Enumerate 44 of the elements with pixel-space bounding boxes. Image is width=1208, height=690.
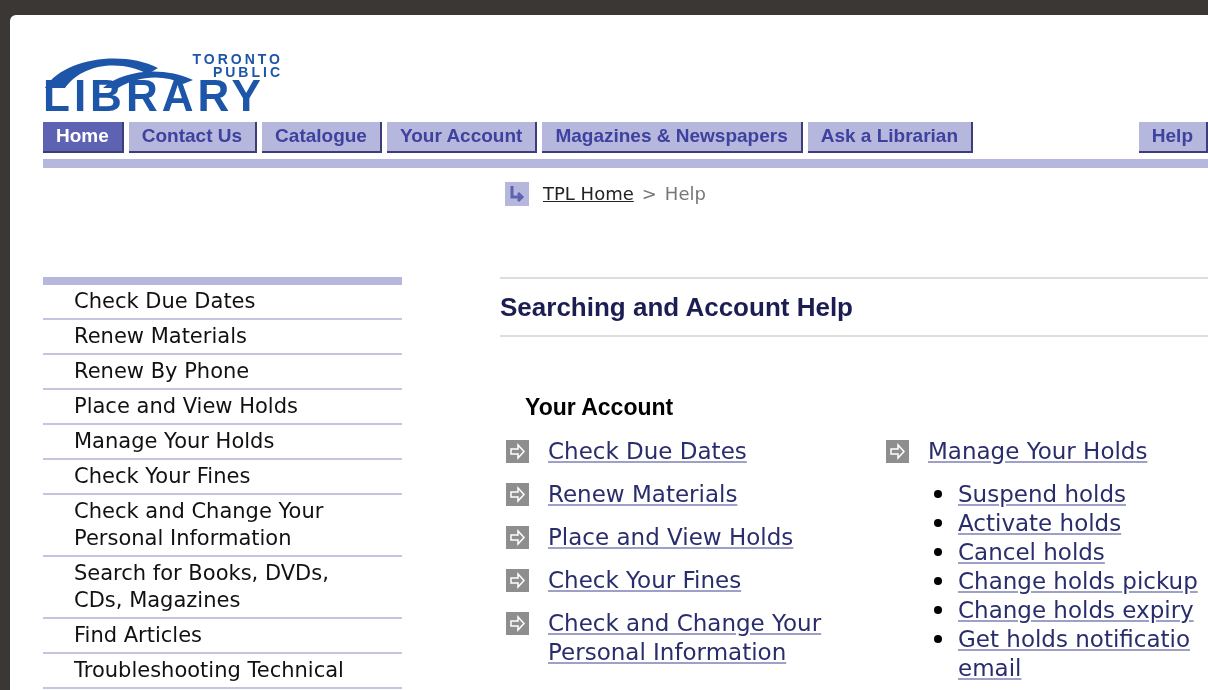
bullet-icon [934,490,942,498]
help-sublink[interactable]: Activate holds [958,508,1122,538]
bullet-icon [934,577,942,585]
help-sublink[interactable]: Suspend holds [958,479,1127,509]
bullet-icon [934,519,942,527]
breadcrumb-link[interactable]: TPL Home [543,180,634,207]
nav-tab[interactable]: Catalogue [262,122,382,153]
sidebar-item[interactable]: Renew By Phone [43,355,402,390]
nav-tab[interactable]: Magazines & Newspapers [542,122,803,153]
nav-tab[interactable]: Ask a Librarian [807,122,973,153]
bullet-icon [934,606,942,614]
help-link[interactable]: Place and View Holds [548,522,848,552]
help-sublink[interactable]: Cancel holds [958,537,1105,567]
nav-tab[interactable]: Your Account [386,122,538,153]
nav-tab[interactable]: Home [43,122,124,153]
help-link[interactable]: Check Due Dates [548,436,848,466]
help-link[interactable]: Check Your Fines [548,565,848,595]
sidebar-item[interactable]: Place and View Holds [43,390,402,425]
bullet-icon [934,635,942,643]
sidebar-item[interactable]: Renew Materials [43,320,402,355]
nav-tab[interactable]: Contact Us [128,122,258,153]
sidebar-item[interactable]: Check and Change Your Personal Information [43,495,402,557]
logo-toronto-text: TORONTO [192,53,283,66]
sidebar-item[interactable]: Troubleshooting Technical [43,654,402,689]
logo-public-text: PUBLIC [212,66,283,79]
sidebar-item[interactable]: Find Articles [43,619,402,654]
logo-library-text: LIBRARY [43,77,265,115]
help-sublink[interactable]: Get holds notificatio [958,624,1190,654]
help-link[interactable]: Renew Materials [548,479,848,509]
help-sublink[interactable]: email [958,654,1022,681]
nav-tab[interactable]: Help [1138,122,1208,153]
sidebar-item[interactable]: Manage Your Holds [43,425,402,460]
page-title: Searching and Account Help [500,290,853,324]
bullet-icon [934,548,942,556]
section-heading: Your Account [525,393,675,422]
help-link[interactable]: Manage Your Holds [928,436,1148,466]
sidebar-item[interactable]: Check Your Fines [43,460,402,495]
sidebar-item[interactable]: Check Due Dates [43,285,402,320]
breadcrumb-current: Help [664,182,706,206]
breadcrumb-separator: > [641,182,657,206]
sidebar-item[interactable]: Search for Books, DVDs, CDs, Magazines [43,557,402,619]
help-link[interactable]: Check and Change Your Personal Information [548,608,848,667]
help-sublink[interactable]: Change holds expiry [958,595,1194,625]
help-sublink[interactable]: Change holds pickup [958,566,1198,596]
